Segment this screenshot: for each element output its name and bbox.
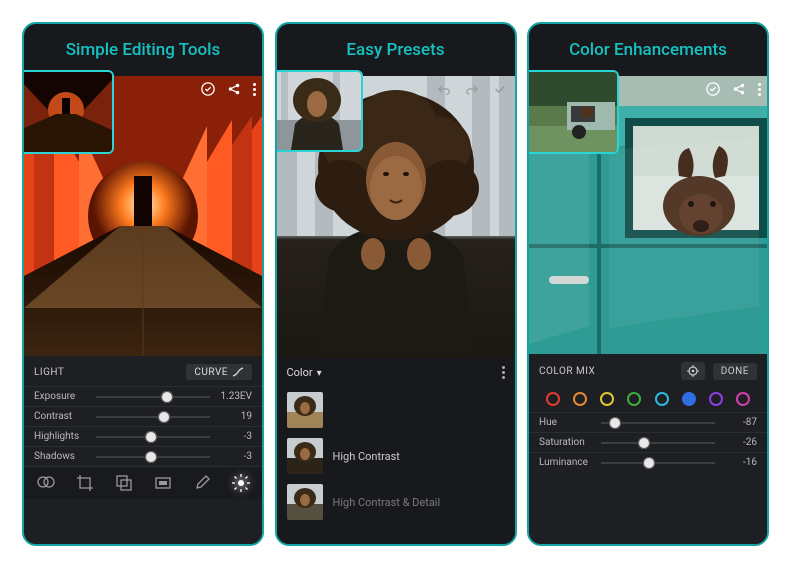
- before-thumbnail[interactable]: [275, 70, 363, 152]
- section-label: LIGHT: [34, 367, 64, 378]
- chevron-down-icon: ▾: [317, 368, 322, 379]
- slider-value: 19: [218, 411, 252, 422]
- more-icon[interactable]: [253, 83, 256, 96]
- slider-label: Hue: [539, 417, 593, 428]
- color-swatch[interactable]: [655, 392, 669, 406]
- panel-color-enhancements: Color Enhancements: [527, 22, 769, 546]
- done-button[interactable]: DONE: [713, 363, 757, 380]
- panel-title: Easy Presets: [277, 24, 515, 70]
- preset-group-button[interactable]: Color▾: [287, 366, 322, 379]
- slider-saturation[interactable]: Saturation -26: [529, 432, 767, 452]
- color-mix-controls: COLOR MIX DONE Hue -87 Saturation -26 Lumina…: [529, 354, 767, 544]
- redo-icon[interactable]: [465, 82, 479, 96]
- preset-thumbnail: [287, 484, 323, 520]
- frame-icon[interactable]: [153, 473, 173, 493]
- slider-label: Saturation: [539, 437, 593, 448]
- share-icon[interactable]: [732, 82, 746, 96]
- panel-title: Simple Editing Tools: [24, 24, 262, 70]
- preset-item[interactable]: High Contrast: [277, 433, 515, 479]
- undo-icon[interactable]: [437, 82, 451, 96]
- preset-thumbnail: [287, 392, 323, 428]
- light-controls: LIGHT CURVE Exposure 1.23EV Contrast 19 High…: [24, 356, 262, 544]
- slider-track[interactable]: [601, 458, 715, 468]
- color-swatch[interactable]: [736, 392, 750, 406]
- presets-list: Color▾ High Contrast High Contrast & Deta…: [277, 358, 515, 544]
- slider-label: Exposure: [34, 391, 88, 402]
- more-icon[interactable]: [758, 83, 761, 96]
- slider-value: -87: [723, 417, 757, 428]
- preset-label: High Contrast & Detail: [333, 496, 441, 509]
- slider-label: Highlights: [34, 431, 88, 442]
- slider-hue[interactable]: Hue -87: [529, 412, 767, 432]
- preset-label: High Contrast: [333, 450, 400, 463]
- target-adjust-button[interactable]: [681, 362, 705, 380]
- slider-value: -26: [723, 437, 757, 448]
- color-swatch[interactable]: [573, 392, 587, 406]
- slider-value: -3: [218, 431, 252, 442]
- photo-preview[interactable]: [277, 76, 515, 358]
- slider-highlights[interactable]: Highlights -3: [24, 426, 262, 446]
- section-label: COLOR MIX: [539, 366, 595, 377]
- panel-title: Color Enhancements: [529, 24, 767, 70]
- panel-easy-presets: Easy Presets: [275, 22, 517, 546]
- before-thumbnail[interactable]: [527, 70, 619, 154]
- panel-simple-editing: Simple Editing Tools: [22, 22, 264, 546]
- more-icon[interactable]: [502, 366, 505, 379]
- slider-track[interactable]: [601, 438, 715, 448]
- slider-track[interactable]: [96, 412, 210, 422]
- color-swatch[interactable]: [709, 392, 723, 406]
- light-icon[interactable]: [231, 473, 251, 493]
- slider-label: Shadows: [34, 451, 88, 462]
- crop-icon[interactable]: [75, 473, 95, 493]
- color-swatch[interactable]: [682, 392, 696, 406]
- slider-value: -3: [218, 451, 252, 462]
- slider-exposure[interactable]: Exposure 1.23EV: [24, 386, 262, 406]
- color-swatch[interactable]: [600, 392, 614, 406]
- check-icon[interactable]: [201, 82, 215, 96]
- curve-button[interactable]: CURVE: [186, 364, 252, 380]
- dropper-icon[interactable]: [192, 473, 212, 493]
- preset-item[interactable]: [277, 387, 515, 433]
- before-thumbnail[interactable]: [22, 70, 114, 154]
- slider-track[interactable]: [96, 452, 210, 462]
- slider-label: Luminance: [539, 457, 593, 468]
- slider-track[interactable]: [96, 392, 210, 402]
- share-icon[interactable]: [227, 82, 241, 96]
- slider-track[interactable]: [96, 432, 210, 442]
- stack-icon[interactable]: [114, 473, 134, 493]
- slider-contrast[interactable]: Contrast 19: [24, 406, 262, 426]
- slider-value: 1.23EV: [218, 391, 252, 402]
- slider-track[interactable]: [601, 418, 715, 428]
- photo-preview[interactable]: [24, 76, 262, 356]
- slider-value: -16: [723, 457, 757, 468]
- filters-icon[interactable]: [36, 473, 56, 493]
- color-swatch[interactable]: [546, 392, 560, 406]
- slider-shadows[interactable]: Shadows -3: [24, 446, 262, 466]
- photo-preview[interactable]: [529, 76, 767, 354]
- check-icon[interactable]: [706, 82, 720, 96]
- preset-item[interactable]: High Contrast & Detail: [277, 479, 515, 525]
- preset-thumbnail: [287, 438, 323, 474]
- color-swatch[interactable]: [627, 392, 641, 406]
- slider-luminance[interactable]: Luminance -16: [529, 452, 767, 472]
- accept-icon[interactable]: [493, 82, 507, 96]
- tool-bar: [24, 466, 262, 499]
- slider-label: Contrast: [34, 411, 88, 422]
- color-picker-row: [529, 388, 767, 412]
